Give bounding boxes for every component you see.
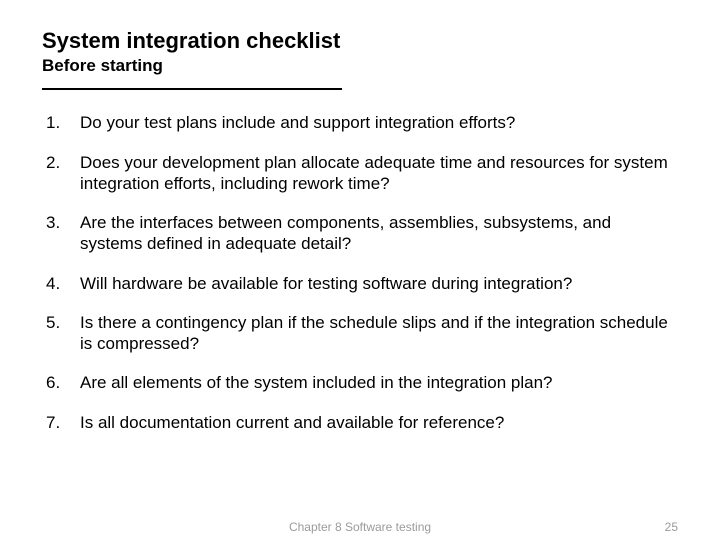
checklist: Do your test plans include and support i…: [42, 112, 678, 433]
list-item: Do your test plans include and support i…: [42, 112, 678, 133]
list-item: Does your development plan allocate adeq…: [42, 152, 678, 195]
slide: System integration checklist Before star…: [0, 0, 720, 433]
footer-center-text: Chapter 8 Software testing: [289, 520, 431, 534]
footer-page-number: 25: [665, 520, 678, 534]
list-item: Are the interfaces between components, a…: [42, 212, 678, 255]
list-item: Will hardware be available for testing s…: [42, 273, 678, 294]
list-item: Is there a contingency plan if the sched…: [42, 312, 678, 355]
slide-subtitle: Before starting: [42, 56, 678, 76]
list-item: Are all elements of the system included …: [42, 372, 678, 393]
slide-title: System integration checklist: [42, 28, 678, 54]
list-item: Is all documentation current and availab…: [42, 412, 678, 433]
title-divider: [42, 88, 342, 90]
